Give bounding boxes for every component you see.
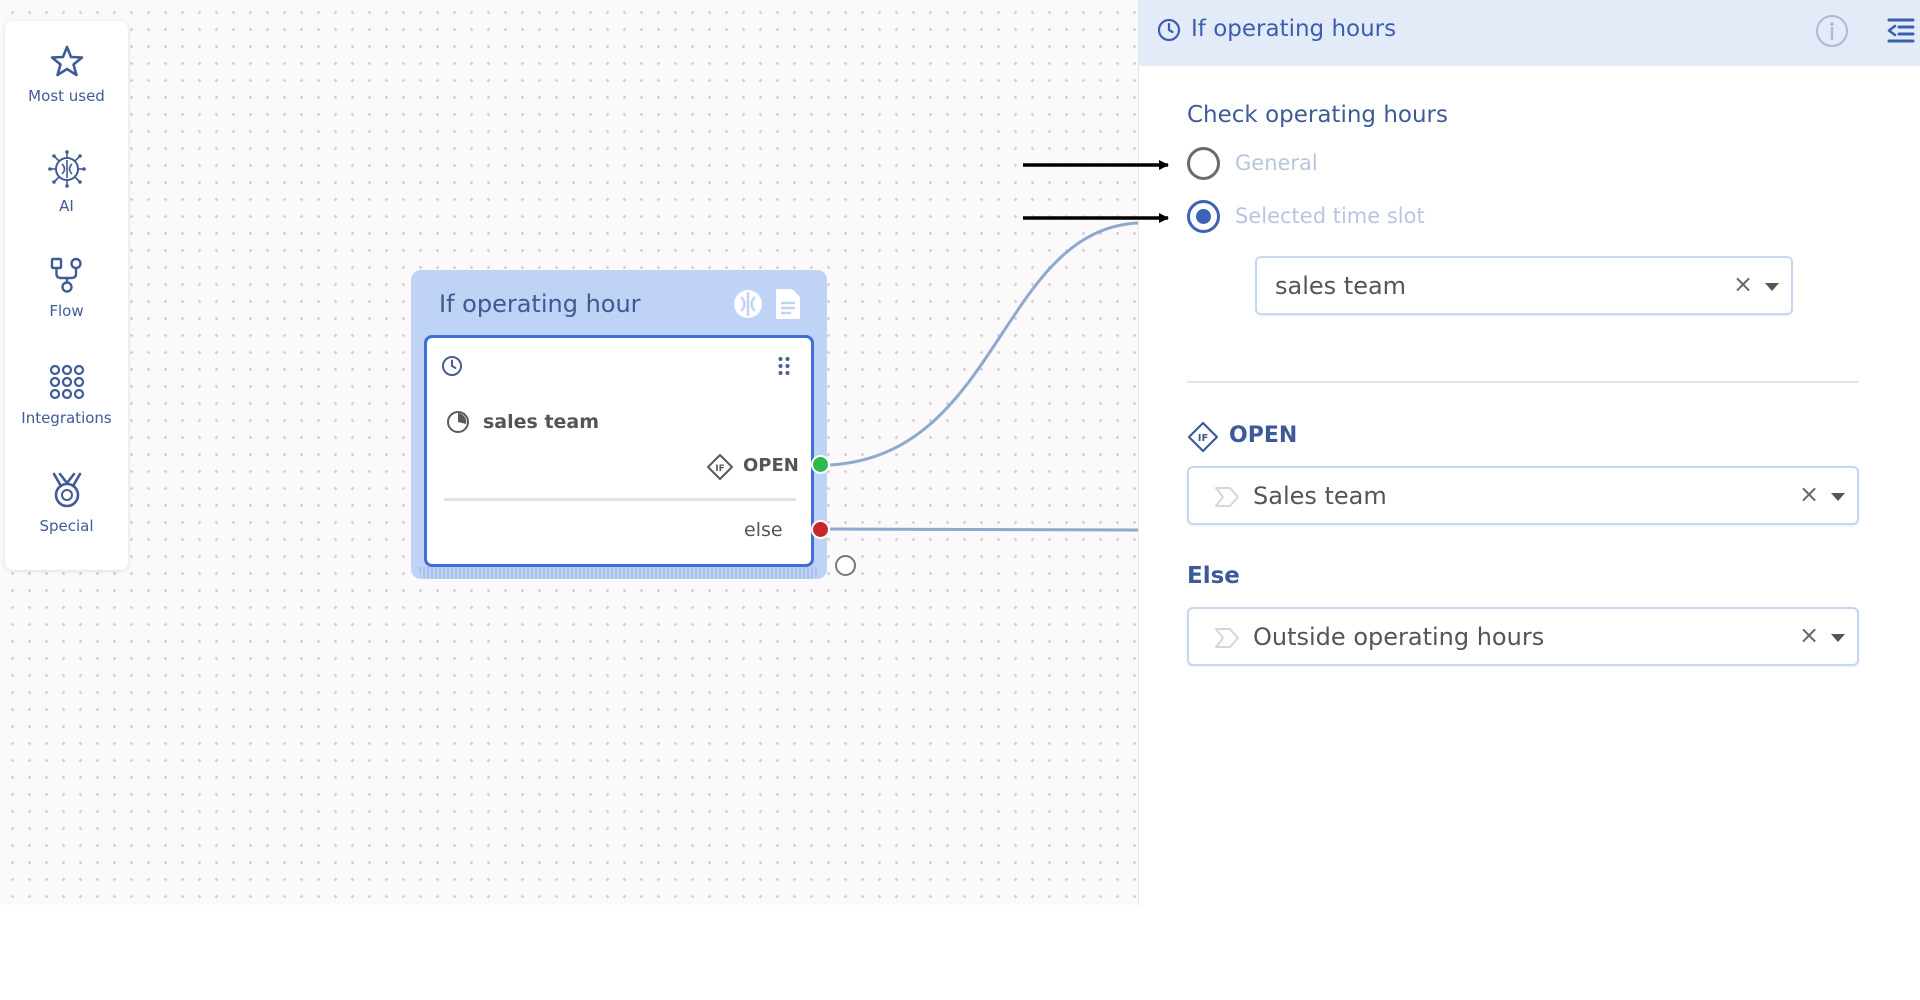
annotation-arrows — [1023, 160, 1169, 223]
app-root: Most used AI Flow Integrations Special I… — [0, 0, 1920, 1000]
